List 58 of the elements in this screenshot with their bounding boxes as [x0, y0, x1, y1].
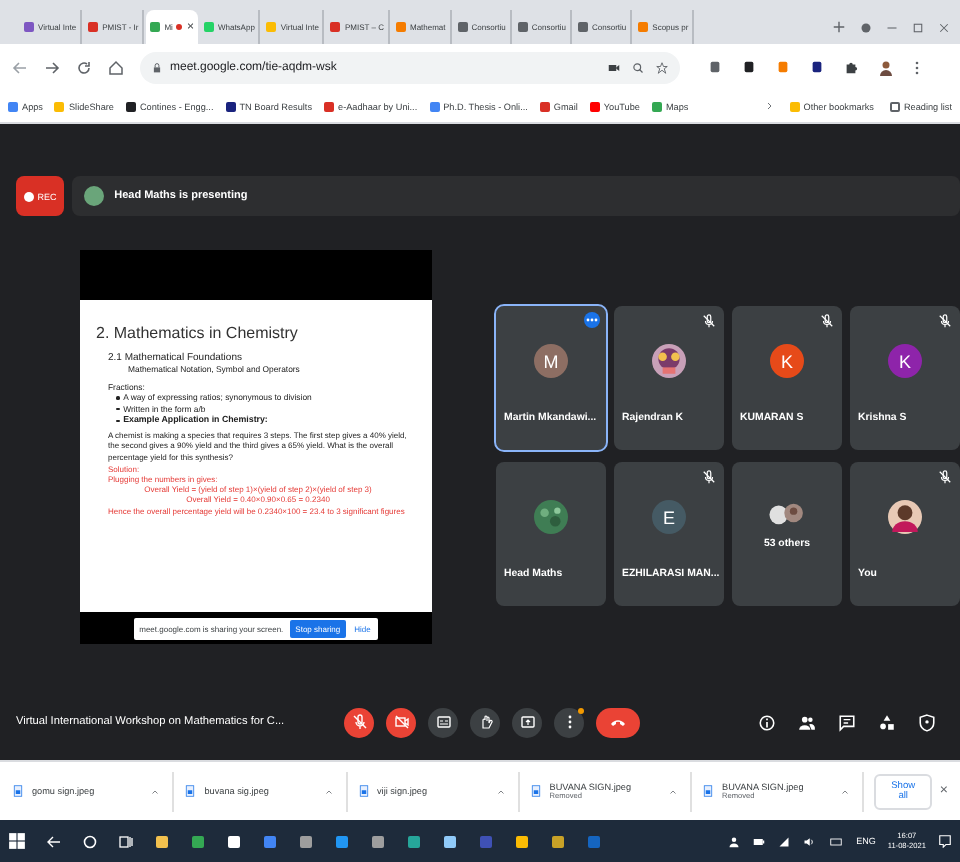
people-icon[interactable] — [798, 713, 816, 731]
mic-button[interactable] — [344, 707, 374, 737]
close-icon[interactable] — [938, 21, 950, 33]
profile-icon[interactable] — [878, 59, 894, 75]
windows-icon[interactable] — [8, 832, 26, 850]
avatar: M — [534, 344, 568, 378]
image-file-icon[interactable] — [702, 784, 714, 798]
home-icon[interactable] — [108, 59, 124, 75]
hand-icon — [477, 714, 493, 730]
hang-up-icon — [610, 714, 626, 730]
battery-icon[interactable] — [752, 835, 767, 847]
info-icon[interactable] — [758, 713, 776, 731]
image-file-icon[interactable] — [357, 784, 369, 798]
maximize-icon[interactable] — [912, 21, 924, 33]
lock-icon — [152, 61, 162, 73]
image-file-icon[interactable] — [184, 784, 197, 798]
image-file-icon[interactable] — [529, 784, 542, 798]
extension-icon[interactable] — [810, 59, 824, 73]
app-icon[interactable] — [442, 833, 458, 849]
captions-icon — [435, 714, 451, 730]
activities-icon[interactable] — [878, 713, 896, 731]
hangup-button[interactable] — [596, 707, 640, 737]
star-icon[interactable] — [656, 61, 668, 73]
mic-off-icon — [351, 714, 367, 730]
avatar: E — [652, 500, 686, 534]
task-view-icon[interactable] — [118, 833, 134, 849]
avatar: K — [770, 344, 804, 378]
puzzle-icon[interactable] — [844, 59, 858, 73]
app-icon[interactable] — [154, 833, 170, 849]
people-icon[interactable] — [728, 835, 741, 847]
extension-icon[interactable] — [742, 59, 756, 73]
search-icon[interactable] — [82, 833, 98, 849]
image-file-icon[interactable] — [12, 784, 24, 798]
new-tab-icon[interactable] — [832, 20, 846, 34]
slide-text: 2. Mathematics in Chemistry — [96, 324, 300, 342]
app-icon[interactable] — [550, 833, 566, 849]
network-icon[interactable] — [778, 835, 791, 847]
more-button[interactable] — [554, 707, 584, 737]
captions-button[interactable] — [428, 707, 458, 737]
reload-icon[interactable] — [76, 59, 92, 75]
camera-button[interactable] — [386, 707, 416, 737]
camera-off-icon — [393, 714, 409, 730]
chat-icon[interactable] — [838, 713, 856, 731]
present-icon — [519, 714, 535, 730]
avatar: K — [888, 344, 922, 378]
forward-icon[interactable] — [44, 59, 60, 75]
notification-icon[interactable] — [938, 834, 952, 848]
shield-icon[interactable] — [918, 713, 936, 731]
hand-button[interactable] — [470, 707, 500, 737]
app-icon[interactable] — [226, 833, 242, 849]
present-button[interactable] — [512, 707, 542, 737]
zoom-icon[interactable] — [632, 61, 644, 73]
app-icon[interactable] — [514, 833, 530, 849]
camera-icon[interactable] — [608, 61, 620, 73]
extension-icon[interactable] — [708, 59, 722, 73]
menu-icon[interactable] — [914, 59, 920, 75]
avatar-icon — [84, 186, 105, 206]
volume-icon[interactable] — [802, 835, 817, 847]
